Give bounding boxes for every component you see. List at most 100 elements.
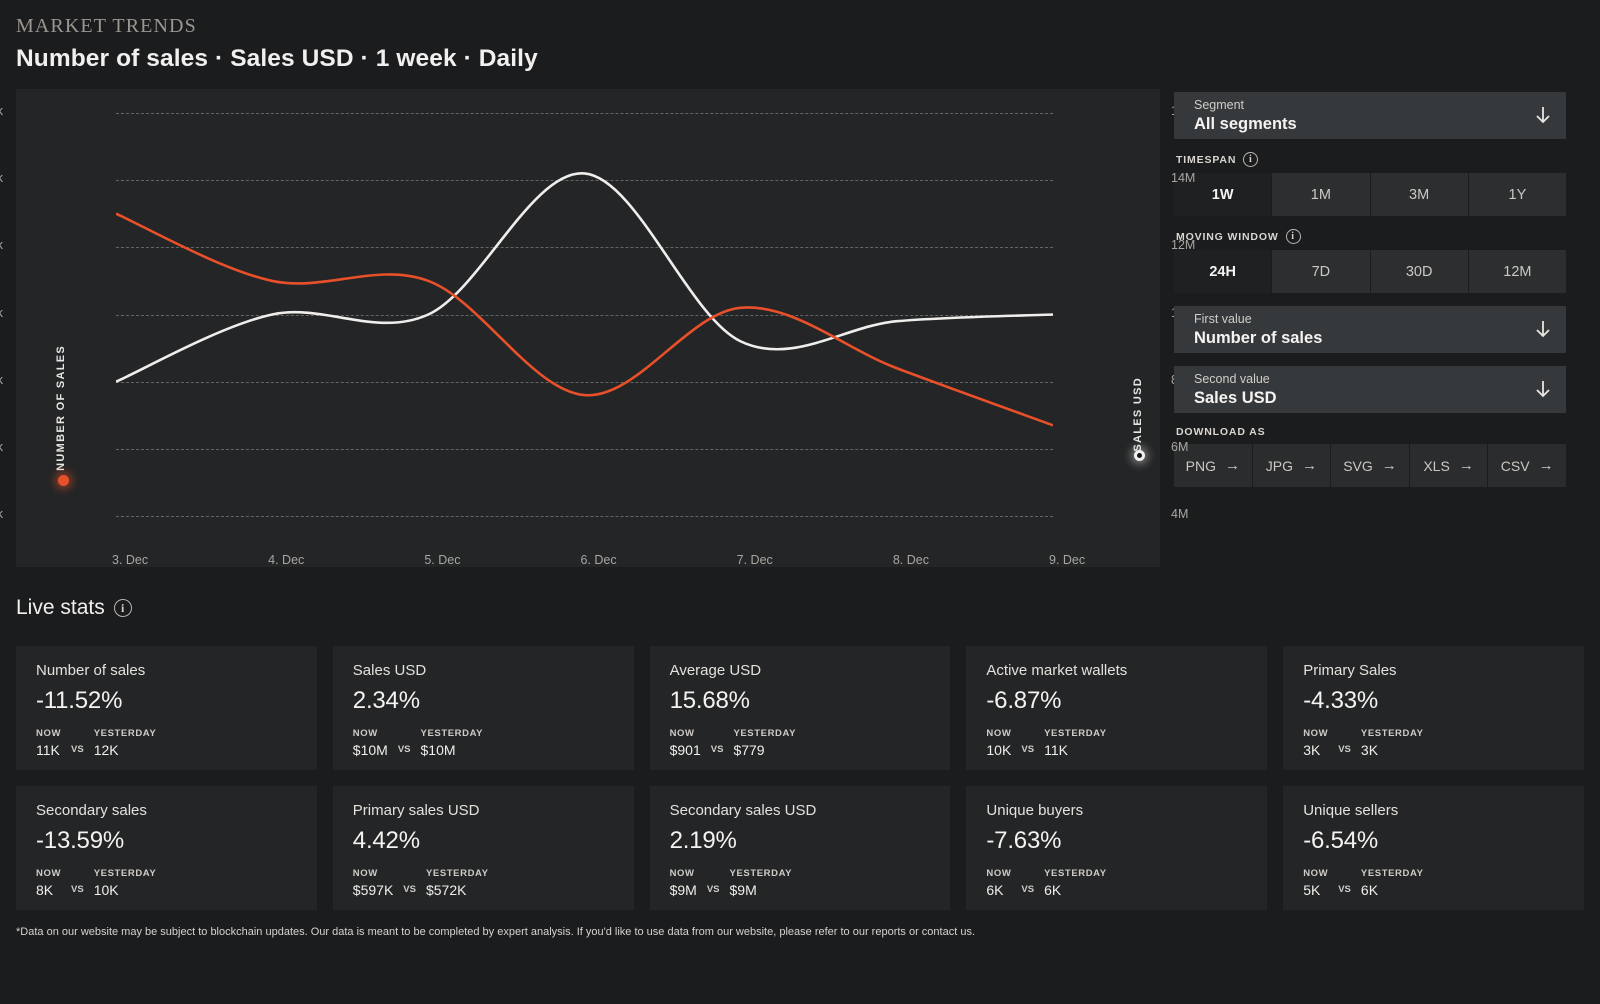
- chart-lines: [116, 113, 1053, 516]
- moving-window-option-12m[interactable]: 12M: [1468, 250, 1566, 293]
- stat-card-footer: NOW 5K VS YESTERDAY 6K: [1303, 868, 1564, 898]
- download-csv-button[interactable]: CSV →: [1488, 444, 1566, 487]
- segment-select[interactable]: Segment All segments: [1174, 92, 1566, 139]
- vs-label: VS: [706, 884, 720, 895]
- yesterday-label: YESTERDAY: [1044, 868, 1107, 879]
- download-xls-button[interactable]: XLS →: [1409, 444, 1489, 487]
- info-icon[interactable]: i: [1285, 229, 1301, 244]
- y-tick-left: 18k: [0, 171, 3, 185]
- stat-card: Secondary sales -13.59% NOW 8K VS YESTERDAY 10…: [16, 786, 317, 910]
- stat-card-now: NOW 5K: [1303, 868, 1328, 898]
- moving-window-segmented-control[interactable]: 24H 7D 30D 12M: [1174, 250, 1566, 293]
- y-tick-left: 20k: [0, 104, 3, 118]
- vs-label: VS: [71, 884, 84, 895]
- moving-window-option-30d[interactable]: 30D: [1370, 250, 1469, 293]
- stat-card-percent: 2.34%: [352, 687, 420, 714]
- right-axis-title: SALES USD: [1132, 377, 1144, 452]
- info-icon[interactable]: i: [1243, 152, 1259, 167]
- download-svg-button[interactable]: SVG →: [1331, 444, 1410, 487]
- timespan-option-1y[interactable]: 1Y: [1468, 173, 1566, 216]
- stat-card-title: Primary Sales: [1303, 662, 1397, 679]
- yesterday-value: 11K: [1044, 742, 1068, 758]
- stat-card-footer: NOW $901 VS YESTERDAY $779: [670, 728, 931, 758]
- y-tick-right: 4M: [1171, 507, 1189, 521]
- timespan-option-3m[interactable]: 3M: [1370, 173, 1469, 216]
- now-value: $9M: [669, 882, 697, 898]
- stat-card-now: NOW $597K: [353, 868, 393, 898]
- market-trends-page: MARKET TRENDS Number of sales · Sales US…: [0, 0, 1600, 1004]
- yesterday-label: YESTERDAY: [93, 728, 157, 739]
- now-label: NOW: [352, 868, 378, 879]
- yesterday-label: YESTERDAY: [93, 868, 157, 879]
- arrow-right-icon: →: [1458, 457, 1474, 474]
- stat-card-footer: NOW 6K VS YESTERDAY 6K: [986, 868, 1247, 898]
- y-tick-right: 6M: [1171, 439, 1189, 454]
- y-tick-left: 12k: [0, 373, 3, 387]
- download-buttons[interactable]: PNG → JPG → SVG → XLS → CSV →: [1174, 444, 1566, 487]
- moving-window-option-7d[interactable]: 7D: [1272, 250, 1371, 293]
- timespan-option-1m[interactable]: 1M: [1272, 173, 1371, 216]
- chart-panel: NUMBER OF SALES SALES USD 20k 18k 16k 14k 12…: [0, 89, 1195, 567]
- moving-window-label-row: MOVING WINDOW i: [1176, 229, 1566, 244]
- chevron-down-icon: [1534, 319, 1552, 339]
- vs-label: VS: [403, 884, 416, 895]
- live-stats-header: Live stats i: [16, 596, 1600, 620]
- yesterday-label: YESTERDAY: [1360, 868, 1424, 879]
- vs-label: VS: [71, 744, 84, 755]
- stat-card: Average USD 15.68% NOW $901 VS YESTERDAY $779: [649, 646, 951, 770]
- stat-card-percent: -11.52%: [36, 687, 123, 714]
- second-value-value: Sales USD: [1194, 389, 1277, 407]
- now-value: 6K: [986, 882, 1004, 898]
- x-tick: 8. Dec: [892, 553, 929, 567]
- vs-label: VS: [397, 744, 411, 755]
- stat-card: Unique sellers -6.54% NOW 5K VS YESTERDAY 6K: [1283, 786, 1584, 910]
- stat-card-yesterday: YESTERDAY $9M: [730, 868, 793, 898]
- stat-card-now: NOW 6K: [986, 868, 1011, 898]
- download-label: DOWNLOAD AS: [1176, 426, 1266, 438]
- now-value: 10K: [986, 742, 1012, 758]
- download-format-label: JPG: [1265, 457, 1293, 474]
- stat-card-now: NOW $10M: [353, 728, 388, 758]
- orange-dot-icon: [58, 475, 69, 486]
- stat-card-percent: -13.59%: [36, 827, 124, 854]
- now-label: NOW: [1303, 868, 1329, 879]
- download-jpg-button[interactable]: JPG →: [1252, 444, 1332, 487]
- stat-card-yesterday: YESTERDAY 11K: [1044, 728, 1107, 758]
- chevron-down-icon: [1534, 105, 1552, 125]
- yesterday-value: 6K: [1044, 882, 1062, 898]
- first-value-value: Number of sales: [1194, 329, 1323, 347]
- stat-card-title: Unique buyers: [986, 802, 1084, 819]
- yesterday-value: $572K: [425, 882, 467, 898]
- stat-card-footer: NOW 3K VS YESTERDAY 3K: [1303, 728, 1564, 758]
- arrow-right-icon: →: [1381, 457, 1397, 474]
- stat-card-footer: NOW $9M VS YESTERDAY $9M: [670, 868, 931, 898]
- stat-card-title: Number of sales: [36, 662, 146, 679]
- stat-card-now: NOW 8K: [36, 868, 61, 898]
- stat-card-now: NOW $9M: [670, 868, 697, 898]
- timespan-segmented-control[interactable]: 1W 1M 3M 1Y: [1174, 173, 1566, 216]
- moving-window-option-24h[interactable]: 24H: [1174, 250, 1273, 293]
- now-label: NOW: [669, 868, 695, 879]
- timespan-label: TIMESPAN: [1176, 153, 1237, 166]
- now-label: NOW: [669, 728, 695, 739]
- stat-card: Secondary sales USD 2.19% NOW $9M VS YESTERDA…: [649, 786, 951, 910]
- now-label: NOW: [36, 868, 62, 879]
- download-format-label: CSV: [1500, 457, 1530, 474]
- first-value-select[interactable]: First value Number of sales: [1174, 306, 1566, 353]
- stat-card-footer: NOW 8K VS YESTERDAY 10K: [36, 868, 297, 898]
- yesterday-value: 12K: [93, 742, 119, 758]
- stat-card-percent: 2.19%: [669, 827, 737, 854]
- page-title: Number of sales · Sales USD · 1 week · D…: [16, 45, 538, 72]
- stat-card-yesterday: YESTERDAY 3K: [1361, 728, 1424, 758]
- second-value-select[interactable]: Second value Sales USD: [1174, 366, 1566, 413]
- download-label-row: DOWNLOAD AS: [1176, 426, 1566, 438]
- vs-label: VS: [1021, 884, 1035, 895]
- yesterday-label: YESTERDAY: [1360, 728, 1424, 739]
- card-row: Secondary sales -13.59% NOW 8K VS YESTERDAY 10…: [16, 786, 1584, 910]
- info-icon[interactable]: i: [113, 599, 132, 617]
- x-tick: 7. Dec: [736, 553, 773, 567]
- yesterday-value: $9M: [729, 882, 757, 898]
- stat-card-now: NOW $901: [670, 728, 701, 758]
- controls-panel: Segment All segments TIMESPAN i 1W 1M 3M 1Y…: [1174, 89, 1566, 487]
- x-tick: 6. Dec: [580, 553, 617, 567]
